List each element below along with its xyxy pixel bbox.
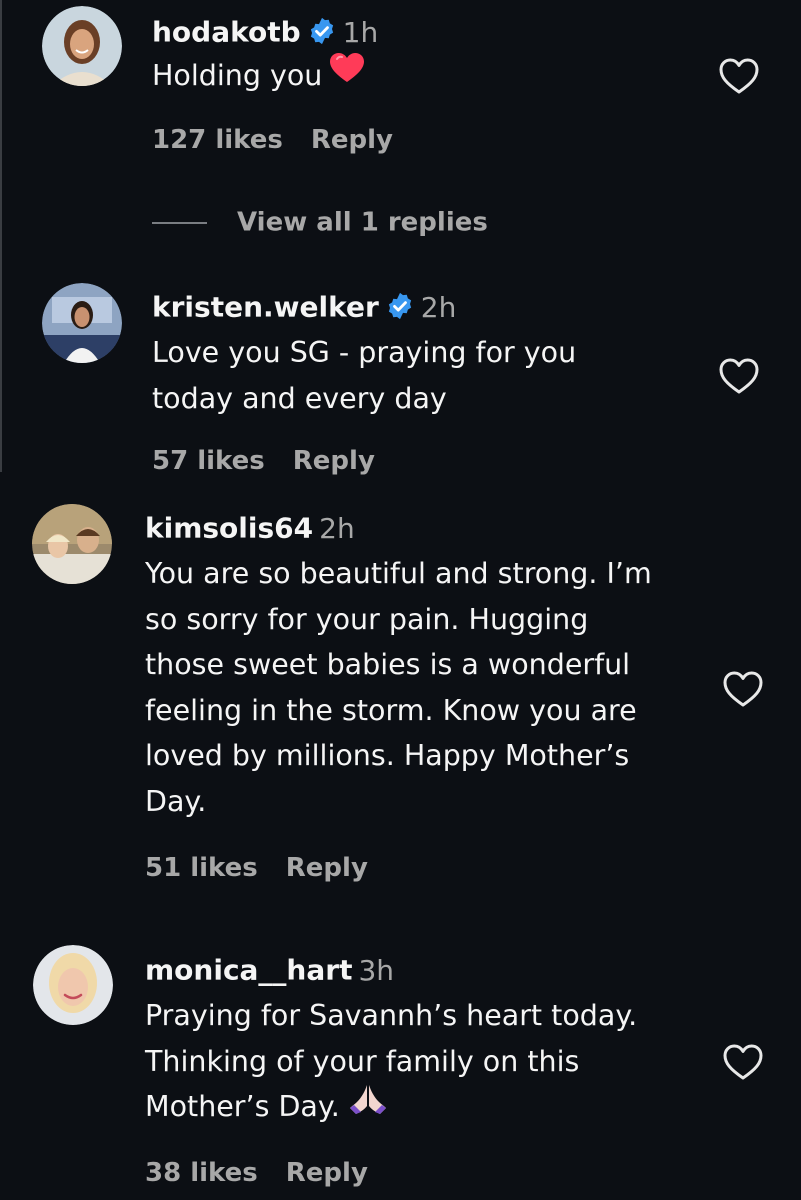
reply-button[interactable]: Reply (286, 853, 368, 883)
like-heart-icon[interactable] (718, 357, 760, 395)
comment-line: Thinking of your family on this (145, 1044, 580, 1078)
username[interactable]: hodakotb (152, 16, 301, 49)
verified-badge-icon (307, 16, 337, 46)
comment-text: Love you SG - praying for you today and … (152, 330, 576, 421)
reply-button[interactable]: Reply (286, 1158, 368, 1188)
likes-count[interactable]: 51 likes (145, 853, 258, 883)
timestamp: 3h (358, 953, 395, 987)
timestamp: 2h (319, 511, 355, 545)
reply-button[interactable]: Reply (293, 446, 375, 476)
comment-header: kristen.welker 2h (152, 289, 456, 325)
like-heart-icon[interactable] (722, 670, 764, 708)
comment-line: loved by millions. Happy Mother’s (145, 739, 630, 772)
likes-count[interactable]: 57 likes (152, 446, 265, 476)
comment-line: today and every day (152, 381, 447, 415)
comment-header: kimsolis64 2h (145, 510, 355, 546)
comment-actions: 51 likes Reply (145, 851, 368, 885)
comment-line: Praying for Savannh’s heart today. (145, 999, 638, 1032)
comment-line: so sorry for your pain. Hugging (145, 602, 589, 636)
likes-count[interactable]: 38 likes (145, 1158, 258, 1188)
avatar-photo-icon (42, 6, 122, 86)
comment-text: You are so beautiful and strong. I’m so … (145, 551, 652, 824)
comment-actions: 38 likes Reply (145, 1156, 368, 1190)
avatar[interactable] (32, 504, 112, 584)
comment-header: hodakotb 1h (152, 14, 378, 50)
username[interactable]: kimsolis64 (145, 512, 313, 545)
avatar[interactable] (42, 283, 122, 363)
verified-badge-icon (385, 291, 415, 321)
avatar-photo-icon (33, 945, 113, 1025)
praying-hands-icon (348, 1081, 388, 1129)
like-heart-icon[interactable] (718, 57, 760, 95)
avatar-photo-icon (42, 283, 122, 363)
likes-count[interactable]: 127 likes (152, 125, 283, 155)
comment-line: those sweet babies is a wonderful (145, 648, 631, 681)
like-heart-icon[interactable] (722, 1043, 764, 1081)
comment-actions: 57 likes Reply (152, 444, 375, 478)
avatar[interactable] (33, 945, 113, 1025)
reply-button[interactable]: Reply (311, 125, 393, 155)
username[interactable]: monica__hart (145, 954, 352, 987)
username[interactable]: kristen.welker (152, 291, 379, 324)
comment-line: Holding you (152, 51, 365, 99)
timestamp: 2h (420, 290, 457, 324)
replies-divider (152, 221, 207, 224)
red-heart-icon (330, 51, 365, 97)
comment-line: Mother’s Day. (145, 1084, 637, 1130)
comment-line: Day. (145, 784, 207, 818)
comment-line: You are so beautiful and strong. I’m (145, 557, 652, 590)
comment-line: feeling in the storm. Know you are (145, 693, 637, 727)
comment-header: monica__hart 3h (145, 952, 394, 988)
timestamp: 1h (342, 15, 379, 49)
view-replies-button[interactable]: View all 1 replies (152, 204, 488, 240)
comment-line: Love you SG - praying for you (152, 336, 577, 369)
comment-actions: 127 likes Reply (152, 123, 393, 157)
avatar[interactable] (42, 6, 122, 86)
view-replies-label: View all 1 replies (237, 207, 488, 238)
comment-text: Holding you (152, 51, 365, 99)
avatar-photo-icon (32, 504, 112, 584)
reply-thread-line (0, 0, 2, 472)
comment-text: Praying for Savannh’s heart today. Think… (145, 993, 637, 1130)
